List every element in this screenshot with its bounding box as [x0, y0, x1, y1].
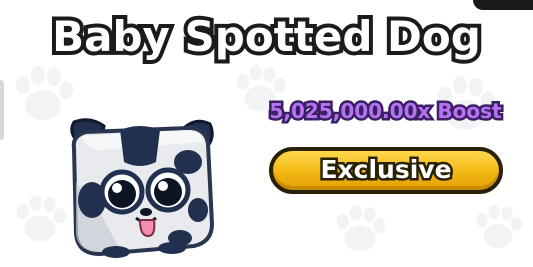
pet-info-card: Baby Spotted Dog 5,025,000.00x Boost Exc… [0, 0, 533, 267]
baby-spotted-dog-icon [70, 118, 215, 258]
paw-print-background-icon [336, 205, 386, 252]
pet-name-title: Baby Spotted Dog [48, 8, 485, 65]
panel-edge [0, 80, 4, 140]
rarity-badge: Exclusive [269, 147, 503, 194]
window-corner [473, 0, 533, 10]
rarity-label: Exclusive [318, 153, 454, 187]
boost-value: 5,025,000.00x Boost [267, 97, 504, 126]
paw-print-background-icon [476, 204, 522, 248]
